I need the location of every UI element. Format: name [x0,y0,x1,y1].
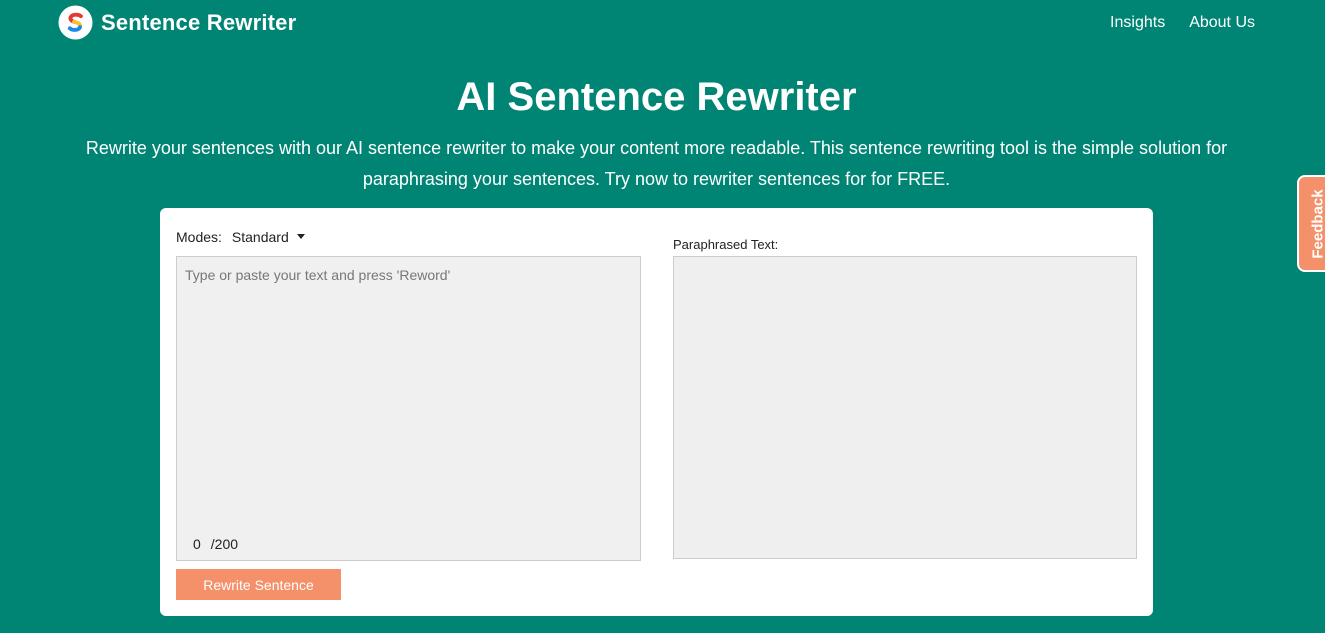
brand-link[interactable]: Sentence Rewriter [58,5,296,40]
rewriter-card: Modes: Standard 0/200 Paraphrased Text: … [160,208,1153,616]
brand-name: Sentence Rewriter [101,9,297,35]
feedback-label: Feedback [1309,188,1325,259]
input-text-box: 0/200 [176,256,641,561]
input-textarea[interactable] [177,257,640,527]
nav-links: Insights About Us [1086,14,1255,32]
caret-down-icon [296,233,305,239]
char-count-value: 0 [193,536,201,552]
output-label: Paraphrased Text: [673,237,779,252]
page-description: Rewrite your sentences with our AI sente… [85,138,1228,189]
output-text-box[interactable] [673,256,1137,559]
character-counter: 0/200 [193,536,238,552]
page-title: AI Sentence Rewriter [456,75,857,119]
modes-dropdown[interactable]: Standard [232,229,305,245]
feedback-tab[interactable]: Feedback [1297,175,1325,272]
nav-link-insights[interactable]: Insights [1110,14,1165,32]
nav-link-about-us[interactable]: About Us [1189,14,1255,32]
modes-label: Modes: [176,229,222,245]
modes-row: Modes: Standard [176,229,305,245]
rewrite-sentence-button[interactable]: Rewrite Sentence [176,569,341,600]
logo-icon [58,5,93,40]
modes-selected-value: Standard [231,229,289,245]
top-navbar: Sentence Rewriter Insights About Us [0,0,1325,46]
char-count-limit: /200 [210,536,239,552]
